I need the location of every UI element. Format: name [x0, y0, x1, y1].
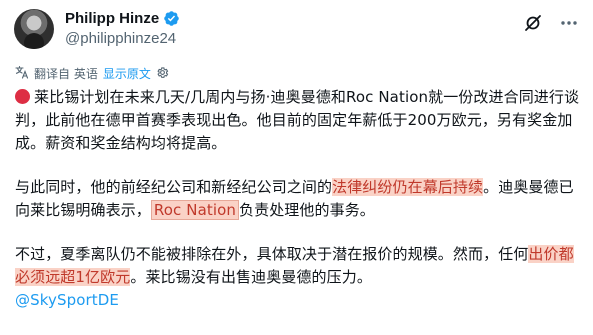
highlight-legal-dispute: 法律纠纷仍在幕后持续 — [332, 178, 484, 196]
paragraph-3-text-b: 。莱比锡没有出售迪奥曼德的压力。 — [130, 268, 372, 286]
verified-badge-icon — [163, 10, 180, 27]
red-circle-icon — [15, 89, 30, 104]
translation-bar: 翻译自 英语 显示原文 — [15, 65, 169, 82]
more-options-icon[interactable] — [559, 13, 579, 33]
show-original-link[interactable]: 显示原文 — [103, 65, 151, 82]
translate-icon — [15, 65, 29, 82]
gear-icon[interactable] — [156, 66, 169, 82]
author-name-row: Philipp Hinze — [65, 10, 180, 27]
paragraph-3: 不过，夏季离队仍不能被排除在外，具体取决于潜在报价的规模。然而，任何出价都必须远… — [15, 243, 583, 312]
paragraph-3-text-a: 不过，夏季离队仍不能被排除在外，具体取决于潜在报价的规模。然而，任何 — [15, 245, 529, 263]
avatar[interactable] — [14, 9, 54, 49]
highlight-roc-nation: Roc Nation — [150, 200, 239, 220]
author-name[interactable]: Philipp Hinze — [65, 10, 159, 27]
paragraph-2: 与此同时，他的前经纪公司和新经纪公司之间的法律纠纷仍在幕后持续。迪奥曼德已向莱比… — [15, 176, 583, 222]
mention-link[interactable]: @SkySportDE — [15, 291, 119, 309]
paragraph-1-text: 莱比锡计划在未来几天/几周内与扬·迪奥曼德和Roc Nation就一份改进合同进… — [15, 88, 580, 152]
paragraph-2-text-a: 与此同时，他的前经纪公司和新经纪公司之间的 — [15, 178, 333, 196]
tweet-text: 莱比锡计划在未来几天/几周内与扬·迪奥曼德和Roc Nation就一份改进合同进… — [15, 86, 583, 312]
grok-icon[interactable] — [523, 13, 543, 33]
translation-label: 翻译自 英语 — [34, 67, 98, 81]
tweet-card: Philipp Hinze @philipphinze24 翻译自 英语 显示原… — [0, 0, 593, 335]
author-handle[interactable]: @philipphinze24 — [65, 30, 176, 47]
paragraph-1: 莱比锡计划在未来几天/几周内与扬·迪奥曼德和Roc Nation就一份改进合同进… — [15, 86, 583, 155]
paragraph-2-text-c: 负责处理他的事务。 — [239, 201, 375, 219]
tweet-actions-top — [523, 13, 579, 33]
